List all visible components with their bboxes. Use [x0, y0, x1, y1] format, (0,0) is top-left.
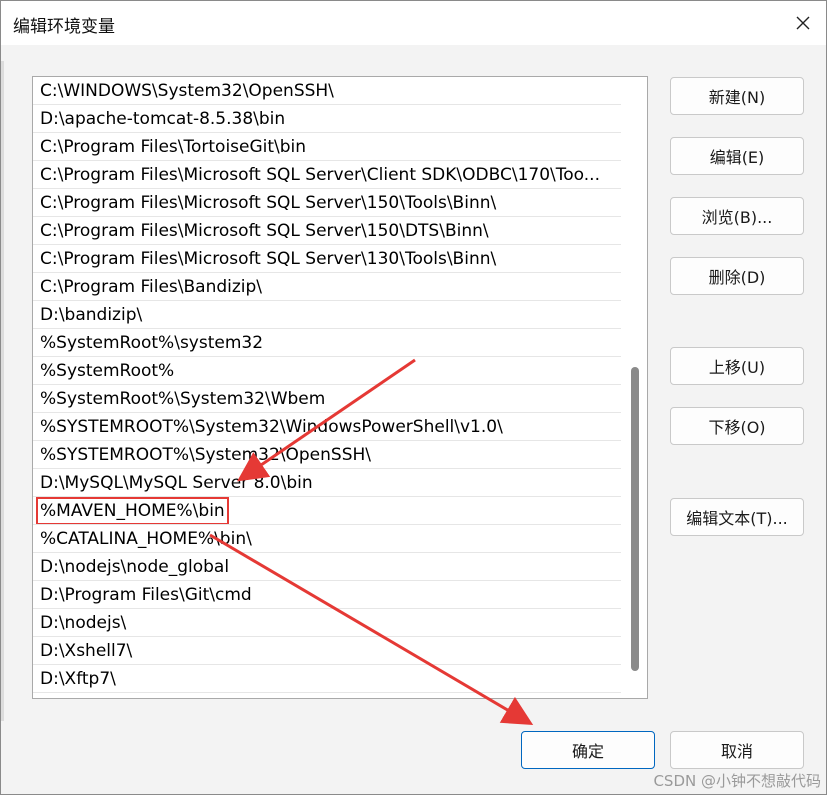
path-list-item-text: %SystemRoot% — [40, 361, 175, 381]
path-list-item-text: D:\bandizip\ — [40, 305, 143, 325]
path-list-item-text: %SystemRoot%\system32 — [40, 333, 264, 353]
watermark: CSDN @小钟不想敲代码 — [653, 772, 821, 790]
path-list-item-text: %SystemRoot%\System32\Wbem — [40, 389, 326, 409]
path-list-item[interactable]: C:\Program Files\Microsoft SQL Server\13… — [33, 245, 621, 273]
path-list-item-text: C:\Program Files\Bandizip\ — [40, 277, 263, 297]
scroll-thumb[interactable] — [631, 367, 639, 671]
path-list-item-text: C:\Program Files\TortoiseGit\bin — [40, 137, 307, 157]
path-list-item-text: %CATALINA_HOME%\bin\ — [40, 529, 252, 549]
path-list-item-text: C:\Program Files\Microsoft SQL Server\15… — [40, 221, 489, 241]
path-list-item[interactable]: C:\Program Files\Microsoft SQL Server\Cl… — [33, 161, 621, 189]
path-list-item[interactable]: D:\nodejs\node_global — [33, 553, 621, 581]
path-list-item-text: D:\MySQL\MySQL Server 8.0\bin — [40, 473, 313, 493]
path-list-item-text: D:\Xshell7\ — [40, 641, 133, 661]
path-list-item[interactable]: %SYSTEMROOT%\System32\OpenSSH\ — [33, 441, 621, 469]
path-list-item-text: %SYSTEMROOT%\System32\WindowsPowerShell\… — [40, 417, 503, 437]
path-list-item[interactable]: D:\Xftp7\ — [33, 665, 621, 693]
path-list-item[interactable]: C:\Program Files\TortoiseGit\bin — [33, 133, 621, 161]
path-list-item[interactable]: %SYSTEMROOT%\System32\WindowsPowerShell\… — [33, 413, 621, 441]
path-list-item-text: C:\WINDOWS\System32\OpenSSH\ — [40, 81, 334, 101]
edit-env-var-dialog: 编辑环境变量 C:\WINDOWS\System32\OpenSSH\ D:\ap… — [0, 0, 827, 795]
new-button[interactable]: 新建(N) — [670, 77, 804, 115]
close-icon — [796, 16, 810, 30]
path-list-item[interactable]: C:\Program Files\Bandizip\ — [33, 273, 621, 301]
path-list-item[interactable]: C:\Program Files\Microsoft SQL Server\15… — [33, 217, 621, 245]
path-list[interactable]: C:\WINDOWS\System32\OpenSSH\ D:\apache-to… — [32, 76, 648, 699]
vertical-scrollbar[interactable] — [621, 77, 647, 698]
path-list-item[interactable]: D:\nodejs\ — [33, 609, 621, 637]
close-button[interactable] — [780, 1, 826, 45]
path-list-item[interactable]: C:\WINDOWS\System32\OpenSSH\ — [33, 77, 621, 105]
path-list-item[interactable]: %SystemRoot%\system32 — [33, 329, 621, 357]
edit-text-button[interactable]: 编辑文本(T)... — [670, 498, 804, 536]
path-list-item-text: D:\nodejs\node_global — [40, 557, 230, 577]
edit-button[interactable]: 编辑(E) — [670, 137, 804, 175]
path-list-item[interactable]: D:\MySQL\MySQL Server 8.0\bin — [33, 469, 621, 497]
browse-button[interactable]: 浏览(B)... — [670, 197, 804, 235]
path-list-item-text: %MAVEN_HOME%\bin — [36, 497, 229, 524]
path-list-item[interactable]: D:\Program Files\Git\cmd — [33, 581, 621, 609]
path-list-item[interactable]: D:\Xshell7\ — [33, 637, 621, 665]
move-up-button[interactable]: 上移(U) — [670, 347, 804, 385]
path-list-item-text: D:\Xftp7\ — [40, 669, 116, 689]
path-list-item[interactable]: %SystemRoot%\System32\Wbem — [33, 385, 621, 413]
title-bar: 编辑环境变量 — [1, 1, 826, 45]
path-list-item-text: C:\Program Files\Microsoft SQL Server\15… — [40, 193, 497, 213]
delete-button[interactable]: 删除(D) — [670, 257, 804, 295]
path-list-item[interactable]: D:\apache-tomcat-8.5.38\bin — [33, 105, 621, 133]
path-list-item[interactable]: %SystemRoot% — [33, 357, 621, 385]
path-list-item[interactable]: D:\bandizip\ — [33, 301, 621, 329]
path-list-item[interactable]: %MAVEN_HOME%\bin — [33, 497, 621, 525]
path-list-item-text: C:\Program Files\Microsoft SQL Server\Cl… — [40, 165, 600, 185]
path-list-item[interactable]: %CATALINA_HOME%\bin\ — [33, 525, 621, 553]
ok-button[interactable]: 确定 — [521, 731, 655, 769]
path-list-item-text: C:\Program Files\Microsoft SQL Server\13… — [40, 249, 497, 269]
path-list-item[interactable]: C:\Program Files\Microsoft SQL Server\15… — [33, 189, 621, 217]
window-edge — [1, 61, 4, 721]
path-list-item-text: D:\apache-tomcat-8.5.38\bin — [40, 109, 286, 129]
path-list-item-text: %SYSTEMROOT%\System32\OpenSSH\ — [40, 445, 372, 465]
move-down-button[interactable]: 下移(O) — [670, 407, 804, 445]
path-rows: C:\WINDOWS\System32\OpenSSH\ D:\apache-to… — [33, 77, 621, 693]
cancel-button[interactable]: 取消 — [670, 731, 804, 769]
path-list-item-text: D:\Program Files\Git\cmd — [40, 585, 252, 605]
path-list-item-text: D:\nodejs\ — [40, 613, 127, 633]
dialog-title: 编辑环境变量 — [13, 17, 115, 37]
